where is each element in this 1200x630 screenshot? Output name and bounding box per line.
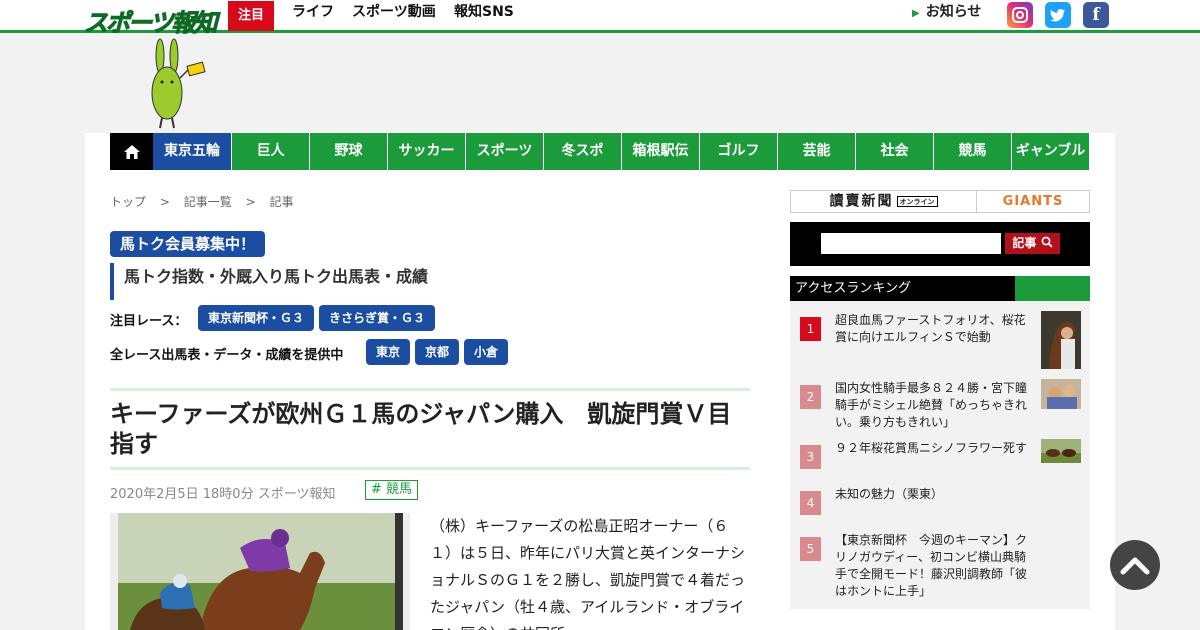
category-nav: 東京五輪 巨人 野球 サッカー スポーツ 冬スポ 箱根駅伝 ゴルフ 芸能 社会 …: [110, 133, 1089, 170]
mascot-illustration: [151, 38, 206, 129]
nav-life[interactable]: ライフ: [292, 1, 334, 31]
member-recruit-badge[interactable]: 馬トク会員募集中！: [110, 231, 266, 257]
hot-button[interactable]: 注目: [228, 1, 274, 31]
breadcrumb-separator: >: [245, 195, 256, 209]
instagram-icon[interactable]: [1007, 2, 1033, 28]
article-category-tag[interactable]: # 競馬: [365, 480, 419, 500]
cat-winter-sports[interactable]: 冬スポ: [543, 133, 621, 170]
home-icon[interactable]: [110, 133, 153, 170]
breadcrumb-current: 記事: [269, 195, 294, 209]
cat-horse-racing[interactable]: 競馬: [933, 133, 1011, 170]
cat-society[interactable]: 社会: [855, 133, 933, 170]
cat-baseball[interactable]: 野球: [309, 133, 387, 170]
cat-soccer[interactable]: サッカー: [387, 133, 465, 170]
ranking-thumbnail: [1041, 311, 1081, 369]
breadcrumb-top[interactable]: トップ: [110, 195, 146, 209]
notice-link[interactable]: ▶ お知らせ: [912, 1, 981, 31]
facebook-icon[interactable]: f: [1083, 2, 1109, 28]
ranking-text: ９２年桜花賞馬ニシノフラワー死す: [835, 441, 1028, 455]
all-races-label: 全レース出馬表・データ・成績を提供中: [110, 348, 344, 363]
cat-hakone-ekiden[interactable]: 箱根駅伝: [621, 133, 699, 170]
ranking-text: 超良血馬ファーストフォリオ、桜花賞に向けエルフィンＳで始動: [835, 313, 1026, 344]
article-title-block: キーファーズが欧州Ｇ１馬のジャパン購入 凱旋門賞Ｖ目指す: [110, 388, 750, 470]
ranking-header-accent: [1015, 276, 1090, 301]
rank-number: 5: [800, 537, 821, 561]
cat-golf[interactable]: ゴルフ: [699, 133, 777, 170]
nav-hochi-sns[interactable]: 報知SNS: [454, 1, 514, 31]
rank-number: 3: [800, 445, 821, 469]
venue-pill-tokyo[interactable]: 東京: [366, 339, 410, 365]
breadcrumb: トップ > 記事一覧 > 記事: [110, 193, 303, 210]
race-pill-kisaragi[interactable]: きさらぎ賞・Ｇ３: [319, 305, 435, 331]
cat-tokyo-olympics[interactable]: 東京五輪: [153, 133, 231, 170]
back-to-top-button[interactable]: [1110, 540, 1160, 590]
article-meta: 2020年2月5日 18時0分 スポーツ報知: [110, 487, 336, 502]
venue-pill-kokura[interactable]: 小倉: [464, 339, 508, 365]
ranking-text: 未知の魅力（栗東）: [835, 487, 944, 501]
twitter-icon[interactable]: [1045, 2, 1071, 28]
yomiuri-online-link[interactable]: 讀賣新聞 オンライン: [791, 191, 977, 212]
search-button-label: 記事: [1012, 236, 1037, 250]
venue-pill-kyoto[interactable]: 京都: [415, 339, 459, 365]
cat-gamble[interactable]: ギャンブル: [1011, 133, 1089, 170]
search-icon: [1041, 236, 1053, 248]
ranking-item[interactable]: 4 未知の魅力（栗東）: [790, 485, 1090, 525]
article-search: 記事: [790, 222, 1090, 266]
breadcrumb-separator: >: [159, 195, 170, 209]
cat-entertainment[interactable]: 芸能: [777, 133, 855, 170]
ranking-header: アクセスランキング: [790, 276, 1090, 301]
giants-link[interactable]: GIANTS: [977, 191, 1089, 212]
ranking-text: 【東京新聞杯 今週のキーマン】クリノガウディー、初コンビ横山典騎手で全開モード！…: [835, 533, 1028, 598]
ranking-item[interactable]: 2 国内女性騎手最多８２４勝・宮下瞳騎手がミシェル絶賛「めっちゃきれい。乗り方も…: [790, 379, 1090, 435]
site-logo[interactable]: スポーツ報知: [84, 3, 219, 38]
breadcrumb-list[interactable]: 記事一覧: [184, 195, 232, 209]
search-button[interactable]: 記事: [1005, 233, 1060, 254]
ranking-item[interactable]: 5 【東京新聞杯 今週のキーマン】クリノガウディー、初コンビ横山典騎手で全開モー…: [790, 531, 1090, 603]
featured-race-label: 注目レース：: [110, 314, 188, 329]
ranking-text: 国内女性騎手最多８２４勝・宮下瞳騎手がミシェル絶賛「めっちゃきれい。乗り方もきれ…: [835, 381, 1028, 429]
search-input[interactable]: [821, 233, 1001, 254]
rank-number: 1: [800, 317, 821, 341]
yomiuri-online-label: オンライン: [896, 196, 938, 207]
rank-number: 2: [800, 385, 821, 409]
top-header: スポーツ報知 注目 ライフ スポーツ動画 報知SNS ▶ お知らせ f: [0, 0, 1200, 38]
ranking-thumbnail: [1041, 439, 1081, 463]
article-title: キーファーズが欧州Ｇ１馬のジャパン購入 凱旋門賞Ｖ目指す: [110, 400, 732, 458]
yomiuri-giants-banner: 讀賣新聞 オンライン GIANTS: [790, 190, 1090, 213]
ranking-thumbnail: [1041, 379, 1081, 409]
ranking-list: 1 超良血馬ファーストフォリオ、桜花賞に向けエルフィンＳで始動 2 国内女性騎手…: [790, 301, 1090, 609]
cat-sports[interactable]: スポーツ: [465, 133, 543, 170]
chevron-up-icon: [1120, 557, 1150, 575]
triangle-right-icon: ▶: [912, 8, 920, 19]
rank-number: 4: [800, 491, 821, 515]
promo-subtitle[interactable]: 馬トク指数・外厩入り馬トク出馬表・成績: [110, 263, 428, 300]
article-body: （株）キーファーズの松島正昭オーナー（６１）は５日、昨年にパリ大賞と英インターナ…: [430, 517, 746, 630]
race-pill-tokyo-shimbun[interactable]: 東京新聞杯・Ｇ３: [198, 305, 314, 331]
nav-sports-video[interactable]: スポーツ動画: [352, 1, 436, 31]
ranking-item[interactable]: 3 ９２年桜花賞馬ニシノフラワー死す: [790, 439, 1090, 479]
notice-label: お知らせ: [925, 4, 982, 20]
article-photo[interactable]: [110, 513, 410, 630]
yomiuri-label: 讀賣新聞: [829, 193, 894, 210]
ranking-title: アクセスランキング: [795, 281, 911, 296]
cat-giants[interactable]: 巨人: [231, 133, 309, 170]
ranking-item[interactable]: 1 超良血馬ファーストフォリオ、桜花賞に向けエルフィンＳで始動: [790, 311, 1090, 371]
